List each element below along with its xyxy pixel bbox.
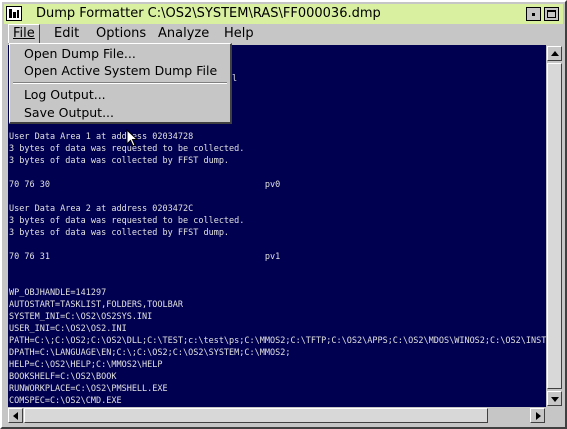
partial-line: l bbox=[232, 74, 238, 84]
system-menu-icon[interactable] bbox=[6, 6, 22, 21]
output-line: DPATH=C:\LANGUAGE\EN;C:\;C:\OS2;C:\OS2\S… bbox=[9, 348, 291, 358]
vertical-scrollbar[interactable] bbox=[546, 45, 563, 407]
scroll-down-button[interactable] bbox=[547, 391, 562, 406]
app-window: Dump Formatter C:\OS2\SYSTEM\RAS\FF00003… bbox=[0, 0, 567, 429]
output-line: 3 bytes of data was collected by FFST du… bbox=[9, 156, 230, 166]
arrow-left-icon bbox=[13, 412, 18, 420]
menu-item-save-output[interactable]: Save Output... bbox=[24, 105, 114, 121]
arrow-down-icon bbox=[551, 397, 559, 402]
scroll-up-button[interactable] bbox=[547, 46, 562, 61]
output-line: 3 bytes of data was requested to be coll… bbox=[9, 216, 245, 226]
menu-file[interactable]: File bbox=[8, 24, 40, 44]
output-line: BOOKSHELF=C:\OS2\BOOK bbox=[9, 372, 117, 382]
menu-bar: File Edit Options Analyze Help bbox=[4, 24, 563, 44]
menu-item-open-dump-file[interactable]: Open Dump File... bbox=[24, 46, 136, 62]
title-bar[interactable]: Dump Formatter C:\OS2\SYSTEM\RAS\FF00003… bbox=[4, 4, 563, 25]
menu-separator bbox=[13, 82, 227, 84]
arrow-right-icon bbox=[536, 412, 541, 420]
scroll-right-button[interactable] bbox=[530, 408, 545, 423]
maximize-button[interactable] bbox=[544, 7, 559, 21]
output-line: AUTOSTART=TASKLIST,FOLDERS,TOOLBAR bbox=[9, 300, 183, 310]
output-line: 3 bytes of data was collected by FFST du… bbox=[9, 228, 230, 238]
output-line: User Data Area 1 at address 02034728 bbox=[9, 132, 194, 142]
output-lines: User Data Area 1 at address 02034728 3 by… bbox=[9, 131, 546, 407]
output-line: SYSTEM_INI=C:\OS2\OS2SYS.INI bbox=[9, 312, 153, 322]
arrow-up-icon bbox=[551, 51, 559, 56]
horizontal-scrollbar[interactable] bbox=[8, 407, 546, 424]
maximize-icon bbox=[547, 10, 556, 18]
output-line: HELP=C:\OS2\HELP;C:\MMOS2\HELP bbox=[9, 360, 163, 370]
mouse-pointer-icon bbox=[126, 129, 139, 147]
output-line: COMSPEC=C:\OS2\CMD.EXE bbox=[9, 396, 122, 406]
output-line: 3 bytes of data was requested to be coll… bbox=[9, 144, 245, 154]
minimize-icon bbox=[532, 13, 535, 16]
output-line: USER_INI=C:\OS2\OS2.INI bbox=[9, 324, 127, 334]
menu-help[interactable]: Help bbox=[220, 25, 258, 43]
window-title: Dump Formatter C:\OS2\SYSTEM\RAS\FF00003… bbox=[36, 6, 381, 21]
menu-options[interactable]: Options bbox=[92, 25, 150, 43]
output-line: PATH=C:\;C:\OS2;C:\OS2\DLL;C:\TEST;c:\te… bbox=[9, 336, 546, 346]
vertical-scroll-thumb[interactable] bbox=[547, 63, 562, 389]
output-line: RUNWORKPLACE=C:\OS2\PMSHELL.EXE bbox=[9, 384, 168, 394]
menu-edit[interactable]: Edit bbox=[50, 25, 83, 43]
scrollbar-corner bbox=[546, 407, 563, 424]
file-menu-dropdown: Open Dump File... Open Active System Dum… bbox=[9, 43, 232, 124]
menu-item-open-active-system-dump[interactable]: Open Active System Dump File bbox=[24, 63, 217, 79]
output-line: 70 76 30 pv0 bbox=[9, 180, 281, 190]
output-line: WP_OBJHANDLE=141297 bbox=[9, 288, 107, 298]
output-line: 70 76 31 pv1 bbox=[9, 252, 281, 262]
menu-analyze[interactable]: Analyze bbox=[154, 25, 213, 43]
output-line: User Data Area 2 at address 0203472C bbox=[9, 204, 194, 214]
minimize-button[interactable] bbox=[526, 7, 541, 21]
horizontal-scroll-thumb[interactable] bbox=[24, 408, 488, 423]
scroll-left-button[interactable] bbox=[8, 408, 23, 423]
menu-item-log-output[interactable]: Log Output... bbox=[24, 87, 106, 103]
